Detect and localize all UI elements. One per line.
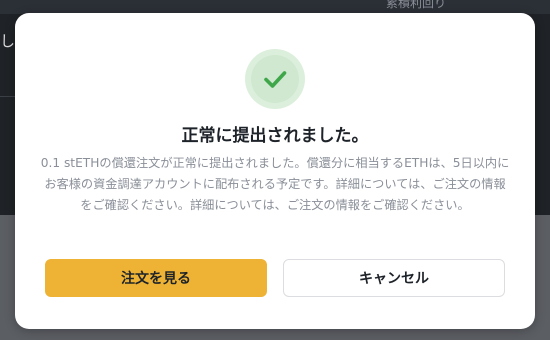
checkmark-icon <box>264 71 287 88</box>
background-top-label: 累積利回り <box>386 0 447 10</box>
check-circle-inner <box>251 55 299 103</box>
view-order-button[interactable]: 注文を見る <box>45 259 267 297</box>
dialog-description: 0.1 stETHの償還注文が正常に提出されました。償還分に相当するETHは、5… <box>40 156 510 212</box>
background-topbar <box>0 0 550 14</box>
check-circle-icon <box>245 49 305 109</box>
dialog-title: 正常に提出されました。 <box>181 126 369 146</box>
success-dialog: 正常に提出されました。 0.1 stETHの償還注文が正常に提出されました。償還… <box>15 13 535 329</box>
cancel-button[interactable]: キャンセル <box>283 259 505 297</box>
